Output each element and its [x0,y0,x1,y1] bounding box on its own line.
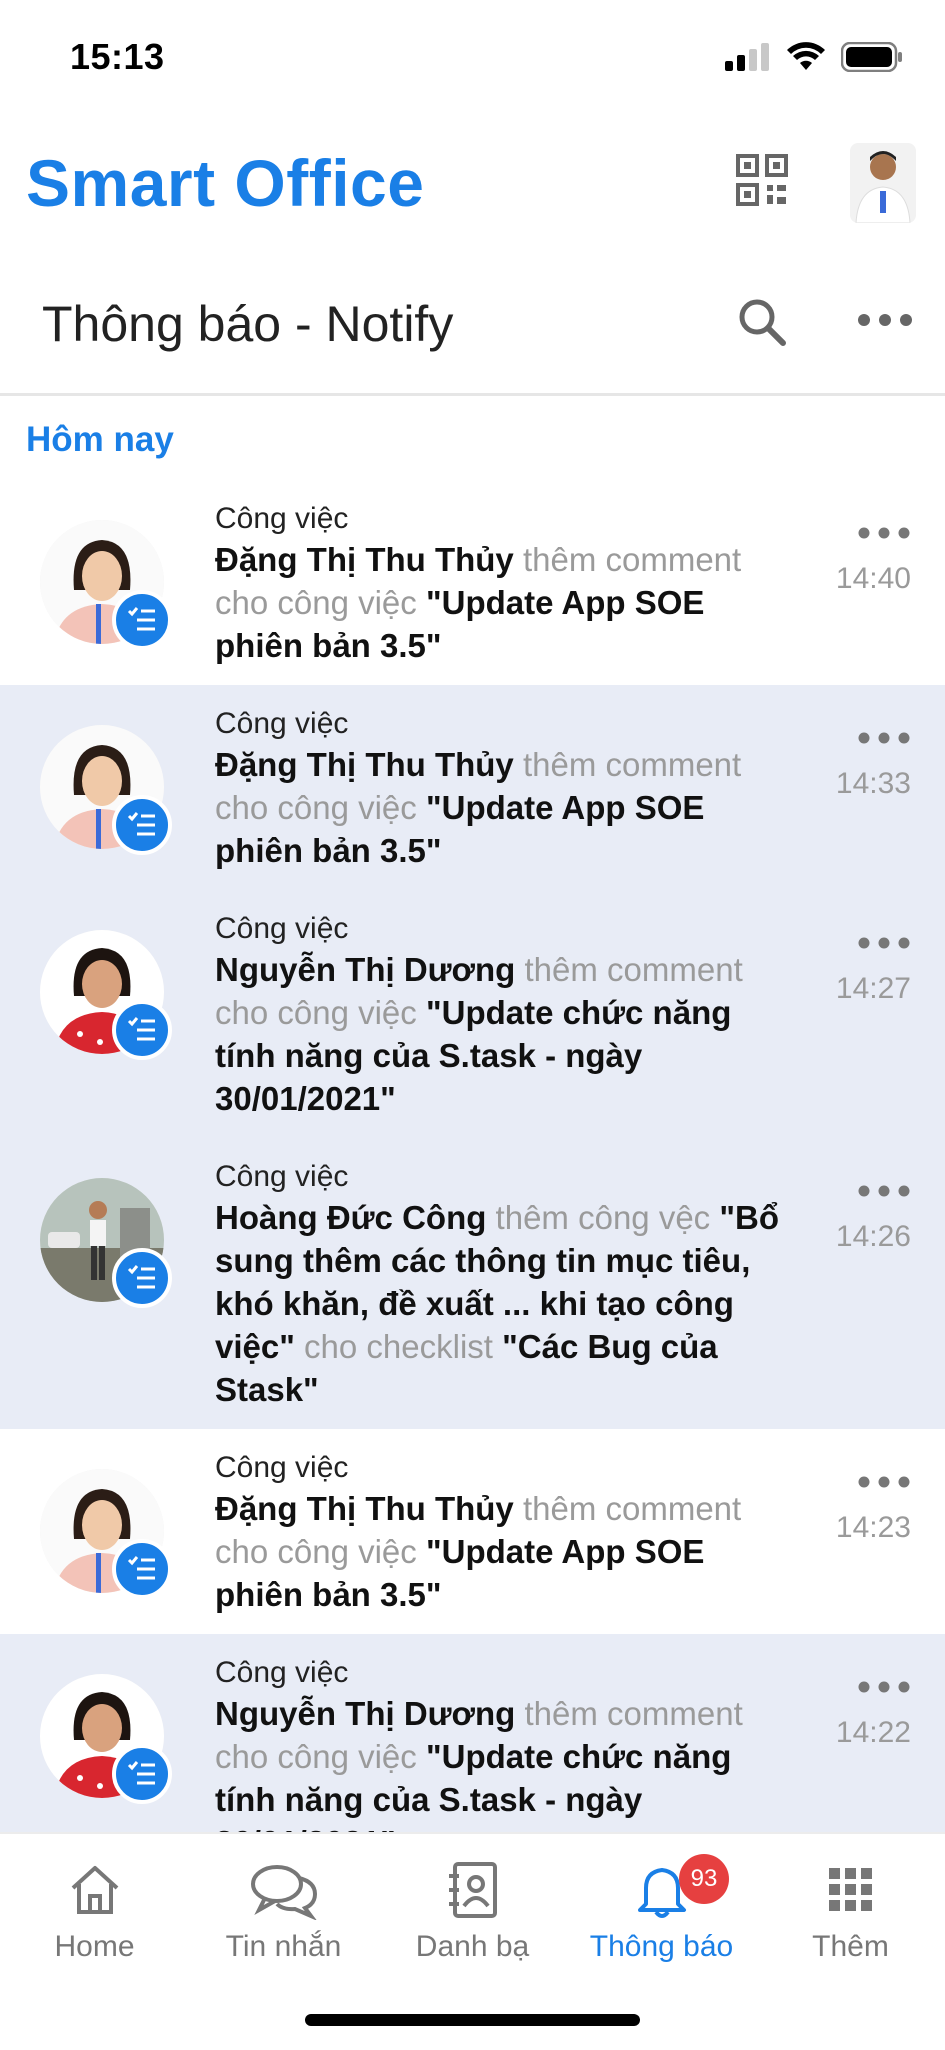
notification-item[interactable]: Công việc Đặng Thị Thu Thủy thêm comment … [0,685,945,890]
section-header: Thông báo - Notify [0,265,945,396]
notification-item[interactable]: Công việc Nguyễn Thị Dương thêm comment c… [0,890,945,1138]
notification-message: Đặng Thị Thu Thủy thêm comment cho công … [215,1487,790,1616]
wifi-icon [787,42,825,70]
qr-code-icon[interactable] [735,153,789,207]
page-title: Thông báo - Notify [42,296,454,352]
search-icon[interactable] [735,295,789,349]
day-group-label: Hôm nay [26,420,174,459]
notification-item[interactable]: Công việc Hoàng Đức Công thêm công vệc "B… [0,1138,945,1429]
notification-time: 14:40 [835,562,911,595]
task-checklist-icon [112,1539,172,1599]
notification-count-badge: 93 [679,1854,729,1904]
suffix-text: cho checklist [294,1328,503,1365]
app-title: Smart Office [26,146,425,220]
tab-more[interactable]: Thêm [756,1860,945,1964]
cellular-signal-icon [725,43,769,71]
notification-time: 14:22 [835,1716,911,1749]
notification-category: Công việc [215,1451,349,1484]
actor-name: Đặng Thị Thu Thủy [215,746,514,783]
item-more-icon[interactable] [857,522,911,544]
tab-label: Danh bạ [415,1930,530,1963]
contacts-icon [448,1862,497,1918]
actor-name: Đặng Thị Thu Thủy [215,1490,514,1527]
item-more-icon[interactable] [857,1471,911,1493]
notification-message: Nguyễn Thị Dương thêm comment cho công v… [215,948,790,1120]
tab-label: Home [54,1930,135,1963]
notification-message: Nguyễn Thị Dương thêm comment cho công v… [215,1692,790,1832]
chat-icon [250,1865,317,1920]
notification-item[interactable]: Công việc Đặng Thị Thu Thủy thêm comment … [0,480,945,685]
actor-name: Nguyễn Thị Dương [215,951,516,988]
grid-icon [828,1868,872,1911]
profile-avatar[interactable] [850,143,916,223]
task-checklist-icon [112,1744,172,1804]
actor-name: Nguyễn Thị Dương [215,1695,516,1732]
tab-home[interactable]: Home [0,1860,189,1964]
notification-list[interactable]: Công việc Đặng Thị Thu Thủy thêm comment … [0,480,945,1832]
tab-label: Thêm [812,1930,889,1963]
notification-category: Công việc [215,1160,349,1193]
tab-label: Tin nhắn [225,1930,342,1963]
action-text: thêm công vệc [486,1199,720,1236]
notification-category: Công việc [215,502,349,535]
tab-contacts[interactable]: Danh bạ [378,1860,567,1964]
item-more-icon[interactable] [857,932,911,954]
tab-label: Thông báo [589,1930,734,1963]
item-more-icon[interactable] [857,727,911,749]
status-bar: 15:13 [0,0,945,115]
battery-icon [841,42,902,72]
home-indicator [305,2014,640,2026]
task-checklist-icon [112,1000,172,1060]
notification-item[interactable]: Công việc Nguyễn Thị Dương thêm comment c… [0,1634,945,1832]
notification-category: Công việc [215,707,349,740]
status-time: 15:13 [70,36,165,77]
notification-time: 14:26 [835,1220,911,1253]
more-options-icon[interactable] [856,305,914,335]
actor-name: Hoàng Đức Công [215,1199,487,1236]
notification-category: Công việc [215,912,349,945]
notification-time: 14:23 [835,1511,911,1544]
task-checklist-icon [112,795,172,855]
notification-message: Đặng Thị Thu Thủy thêm comment cho công … [215,743,790,872]
notification-message: Đặng Thị Thu Thủy thêm comment cho công … [215,538,790,667]
notification-category: Công việc [215,1656,349,1689]
task-checklist-icon [112,1248,172,1308]
item-more-icon[interactable] [857,1180,911,1202]
notification-time: 14:33 [835,767,911,800]
task-checklist-icon [112,590,172,650]
notification-item[interactable]: Công việc Đặng Thị Thu Thủy thêm comment … [0,1429,945,1634]
notification-message: Hoàng Đức Công thêm công vệc "Bổ sung th… [215,1196,790,1411]
tab-notifications[interactable]: 93 Thông báo [567,1854,756,1964]
item-more-icon[interactable] [857,1676,911,1698]
notification-time: 14:27 [835,972,911,1005]
home-icon [71,1866,118,1914]
actor-name: Đặng Thị Thu Thủy [215,541,514,578]
tab-messages[interactable]: Tin nhắn [189,1860,378,1964]
app-header: Smart Office [0,115,945,265]
